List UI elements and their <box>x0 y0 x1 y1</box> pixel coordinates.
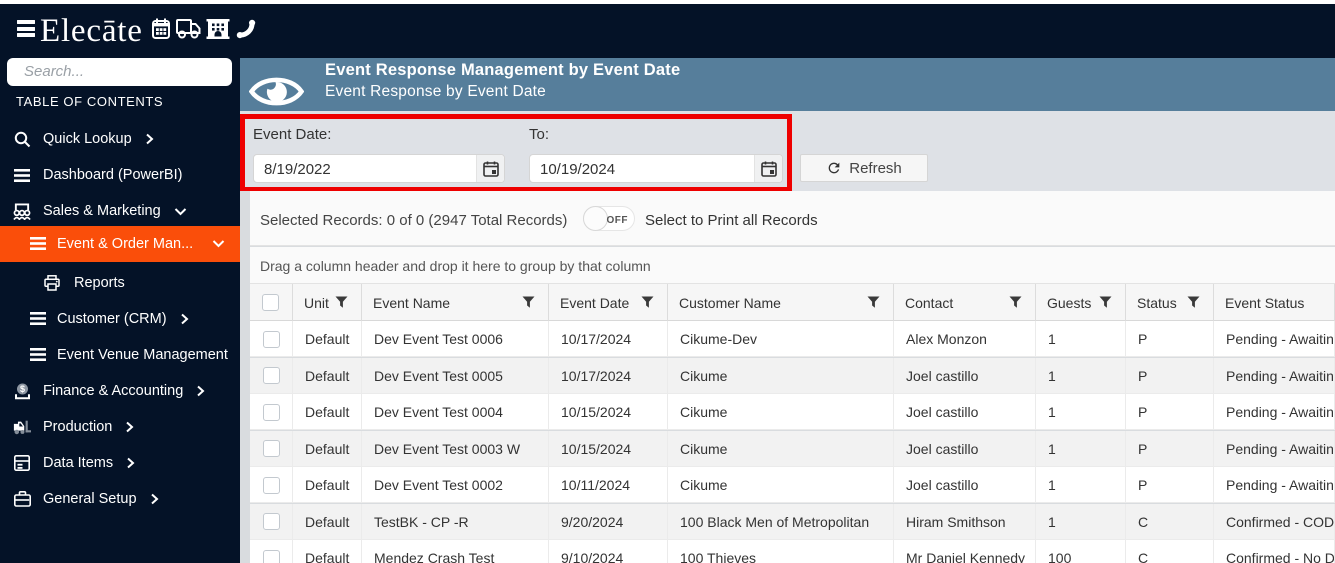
svg-text:$: $ <box>19 384 24 394</box>
